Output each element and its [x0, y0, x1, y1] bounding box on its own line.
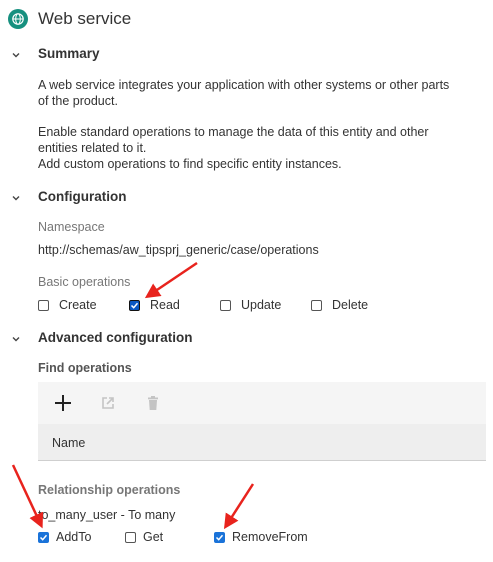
annotation-arrow-addto — [11, 464, 44, 529]
annotation-arrow-removefrom — [223, 483, 255, 530]
annotation-arrows — [11, 261, 255, 530]
annotation-arrow-read — [144, 261, 198, 299]
